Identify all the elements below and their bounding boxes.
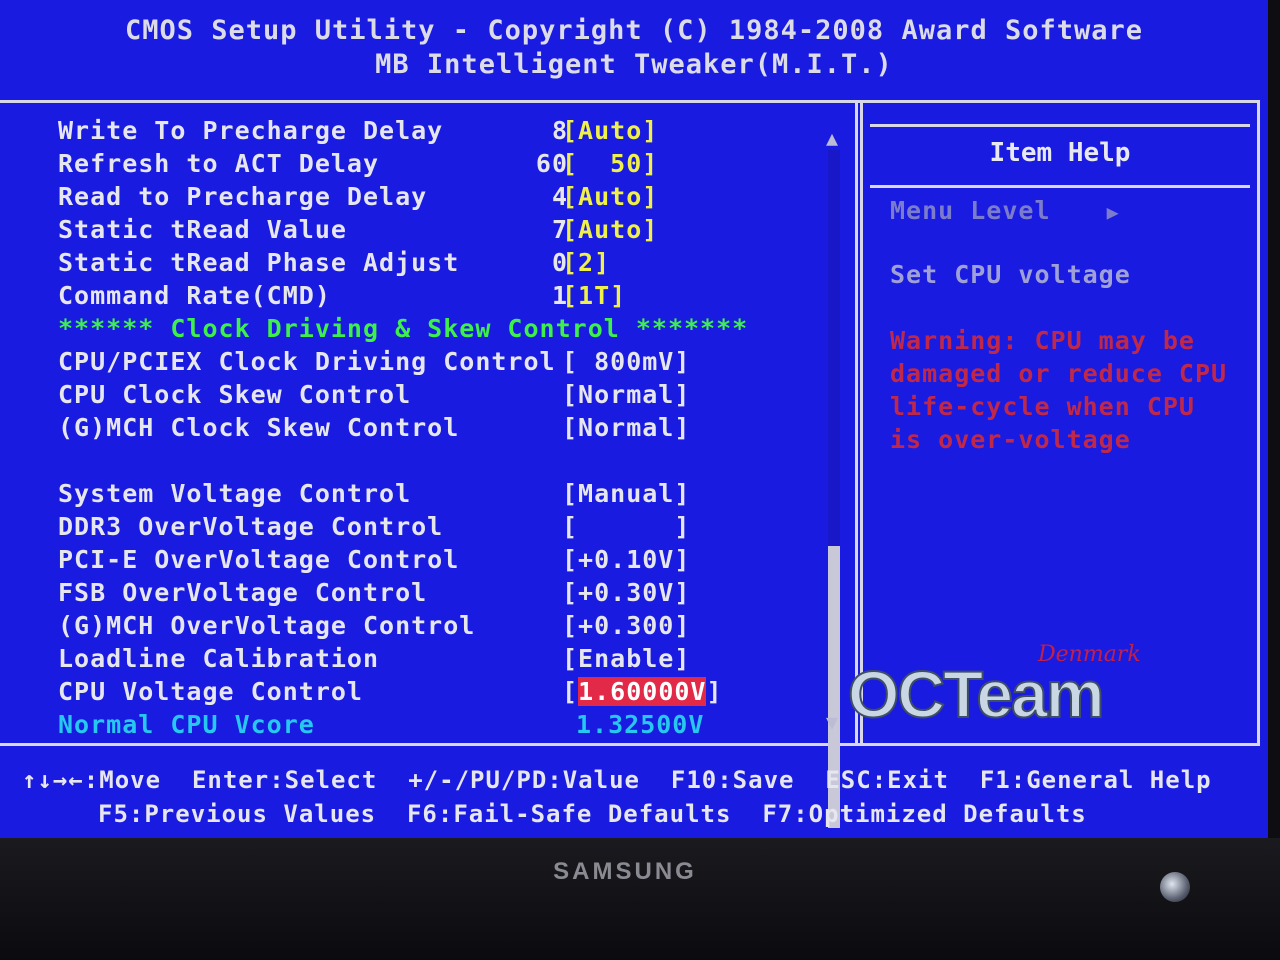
setting-current: 8 <box>551 116 568 145</box>
info-row-normal-vcore: Normal CPU Vcore 1.32500V <box>58 710 703 743</box>
setting-label: Static tRead Phase Adjust <box>58 248 460 277</box>
setting-row-cpu-clock-skew[interactable]: CPU Clock Skew Control [Normal] <box>58 380 689 413</box>
section-header-clock: ****** Clock Driving & Skew Control ****… <box>58 314 747 347</box>
setting-value[interactable]: [1.60000V] <box>562 677 723 706</box>
monitor-edge <box>1268 0 1280 838</box>
setting-row-read-to-precharge[interactable]: Read to Precharge Delay 4 [Auto] <box>58 182 657 215</box>
setting-current: 7 <box>551 215 568 244</box>
setting-label: Write To Precharge Delay <box>58 116 444 145</box>
footer-line-2: F5:Previous Values F6:Fail-Safe Defaults… <box>98 800 1087 828</box>
bios-screen: CMOS Setup Utility - Copyright (C) 1984-… <box>0 0 1268 838</box>
setting-row-loadline[interactable]: Loadline Calibration [Enable] <box>58 644 689 677</box>
help-warning: Warning: CPU may be damaged or reduce CP… <box>890 326 1228 454</box>
setting-row-command-rate[interactable]: Command Rate(CMD) 1 [1T] <box>58 281 625 314</box>
setting-value[interactable]: [Auto] <box>562 182 658 211</box>
setting-label: Read to Precharge Delay <box>58 182 428 211</box>
setting-label: CPU/PCIEX Clock Driving Control <box>58 347 556 376</box>
setting-row-ddr3-overvoltage[interactable]: DDR3 OverVoltage Control [ ] <box>58 512 689 545</box>
setting-row-static-tread-phase[interactable]: Static tRead Phase Adjust 0 [2] <box>58 248 609 281</box>
cpu-voltage-field[interactable]: 1.60000V <box>578 677 707 706</box>
logo-main: OCTeam <box>847 656 1106 732</box>
key-help-footer: ↑↓→←:Move Enter:Select +/-/PU/PD:Value F… <box>0 762 1268 838</box>
setting-value[interactable]: [+0.30V] <box>562 578 690 607</box>
setting-row-system-voltage[interactable]: System Voltage Control [Manual] <box>58 479 689 512</box>
setting-row-mch-overvoltage[interactable]: (G)MCH OverVoltage Control [+0.300] <box>58 611 689 644</box>
octeam-watermark-logo: OCTeam Denmark <box>847 642 1198 732</box>
setting-label: System Voltage Control <box>58 479 412 508</box>
setting-value[interactable]: [Manual] <box>562 479 690 508</box>
setting-label: CPU Voltage Control <box>58 677 363 706</box>
monitor-bezel <box>0 838 1280 960</box>
setting-value[interactable]: [ 800mV] <box>562 347 690 376</box>
setting-row-cpu-voltage-selected[interactable]: CPU Voltage Control [1.60000V] <box>58 677 722 710</box>
logo-sub: Denmark <box>1038 642 1141 667</box>
setting-label: Loadline Calibration <box>58 644 380 673</box>
setting-value: 1.32500V <box>576 710 705 739</box>
power-button-icon[interactable] <box>1160 872 1190 902</box>
scroll-down-arrow-icon[interactable]: ▼ <box>826 710 838 734</box>
bracket-open: [ <box>562 677 579 706</box>
setting-value[interactable]: [Normal] <box>562 380 690 409</box>
setting-label: Refresh to ACT Delay <box>58 149 380 178</box>
setting-label: Normal CPU Vcore <box>58 710 315 739</box>
setting-row-mch-clock-skew[interactable]: (G)MCH Clock Skew Control [Normal] <box>58 413 689 446</box>
setting-label: DDR3 OverVoltage Control <box>58 512 444 541</box>
setting-current: 1 <box>551 281 568 310</box>
item-help-title: Item Help <box>870 124 1250 188</box>
setting-label: (G)MCH Clock Skew Control <box>58 413 460 442</box>
help-description: Set CPU voltage <box>890 260 1131 289</box>
setting-value[interactable]: [ ] <box>562 512 690 541</box>
setting-value[interactable]: [+0.10V] <box>562 545 690 574</box>
setting-label: Command Rate(CMD) <box>58 281 331 310</box>
setting-value[interactable]: [1T] <box>562 281 626 310</box>
setting-value[interactable]: [Auto] <box>562 215 658 244</box>
settings-list: Write To Precharge Delay 8 [Auto] Refres… <box>58 116 747 743</box>
setting-current: 0 <box>551 248 568 277</box>
footer-line-1: ↑↓→←:Move Enter:Select +/-/PU/PD:Value F… <box>22 766 1212 794</box>
setting-label: Static tRead Value <box>58 215 347 244</box>
section-label: ****** Clock Driving & Skew Control ****… <box>58 314 749 343</box>
scrollbar[interactable]: ▲ ▼ <box>824 126 844 828</box>
setting-value[interactable]: [2] <box>562 248 610 277</box>
setting-value[interactable]: [+0.300] <box>562 611 690 640</box>
header-title: CMOS Setup Utility - Copyright (C) 1984-… <box>124 15 1144 46</box>
setting-row-fsb-overvoltage[interactable]: FSB OverVoltage Control [+0.30V] <box>58 578 689 611</box>
setting-current: 4 <box>551 182 568 211</box>
setting-value[interactable]: [Auto] <box>562 116 658 145</box>
setting-row-pcie-overvoltage[interactable]: PCI-E OverVoltage Control [+0.10V] <box>58 545 689 578</box>
monitor-brand-label: SAMSUNG <box>553 858 697 885</box>
setting-value[interactable]: [Enable] <box>562 644 690 673</box>
setting-value[interactable]: [ 50] <box>562 149 658 178</box>
bracket-close: ] <box>706 677 723 706</box>
setting-label: PCI-E OverVoltage Control <box>58 545 460 574</box>
setting-label: CPU Clock Skew Control <box>58 380 412 409</box>
setting-row-write-to-precharge[interactable]: Write To Precharge Delay 8 [Auto] <box>58 116 657 149</box>
scroll-up-arrow-icon[interactable]: ▲ <box>826 126 838 150</box>
setting-current: 60 <box>535 149 568 178</box>
bios-header: CMOS Setup Utility - Copyright (C) 1984-… <box>0 14 1268 82</box>
blank-row <box>58 446 154 479</box>
setting-row-static-tread-value[interactable]: Static tRead Value 7 [Auto] <box>58 215 657 248</box>
menu-level-label: Menu Level <box>890 196 1051 225</box>
setting-row-clock-driving[interactable]: CPU/PCIEX Clock Driving Control [ 800mV] <box>58 347 689 380</box>
setting-label: (G)MCH OverVoltage Control <box>58 611 476 640</box>
menu-level-arrow-icon: ▶ <box>1106 200 1120 224</box>
header-subtitle: MB Intelligent Tweaker(M.I.T.) <box>375 49 893 80</box>
setting-label: FSB OverVoltage Control <box>58 578 428 607</box>
setting-row-refresh-to-act[interactable]: Refresh to ACT Delay 60 [ 50] <box>58 149 657 182</box>
setting-value[interactable]: [Normal] <box>562 413 690 442</box>
menu-level: Menu Level ▶ <box>890 196 1120 225</box>
